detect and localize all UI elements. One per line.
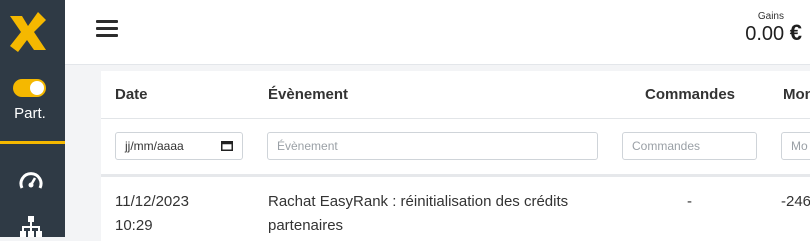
- sitemap-icon[interactable]: [20, 216, 42, 237]
- amount-filter-input[interactable]: Mo: [781, 132, 810, 160]
- event-filter-input[interactable]: Évènement: [267, 132, 598, 160]
- header-divider: [101, 118, 810, 119]
- toggle-knob: [30, 81, 44, 95]
- gains-value: 0.00 €: [745, 20, 802, 46]
- date-filter-input[interactable]: jj/mm/aaaa: [115, 132, 243, 160]
- row-orders: -: [687, 193, 692, 210]
- column-header-orders[interactable]: Commandes: [645, 86, 735, 103]
- row-event-line1: Rachat EasyRank : réinitialisation des c…: [268, 193, 569, 210]
- column-header-amount[interactable]: Mon: [783, 86, 810, 103]
- row-date: 11/12/2023: [115, 193, 189, 210]
- orders-filter-input[interactable]: Commandes: [622, 132, 757, 160]
- partner-mode-label: Part.: [14, 105, 46, 122]
- partner-mode-toggle[interactable]: [13, 79, 46, 97]
- row-event-line2: partenaires: [268, 217, 344, 234]
- currency-symbol: €: [789, 20, 802, 45]
- row-time: 10:29: [115, 217, 153, 234]
- row-date-cell: 11/12/2023 10:29: [115, 190, 189, 238]
- date-filter-value: jj/mm/aaaa: [125, 139, 184, 153]
- sidebar-accent-bar: [0, 141, 65, 144]
- calendar-icon[interactable]: [221, 140, 233, 151]
- row-amount: -246: [781, 193, 810, 210]
- column-header-event[interactable]: Évènement: [268, 86, 348, 103]
- row-event-cell: Rachat EasyRank : réinitialisation des c…: [268, 190, 568, 238]
- hamburger-menu-icon[interactable]: [96, 20, 118, 38]
- gains-summary: Gains 0.00 €: [745, 12, 802, 46]
- gains-amount: 0.00: [745, 23, 785, 45]
- events-table: Date Évènement Commandes Mon jj/mm/aaaa …: [101, 71, 810, 241]
- logo-x-icon[interactable]: [8, 10, 48, 54]
- column-header-date[interactable]: Date: [115, 86, 148, 103]
- filter-row-divider: [101, 174, 810, 177]
- sidebar: Part.: [0, 0, 65, 237]
- speedometer-icon[interactable]: [19, 172, 43, 190]
- top-bar: Gains 0.00 €: [65, 0, 810, 65]
